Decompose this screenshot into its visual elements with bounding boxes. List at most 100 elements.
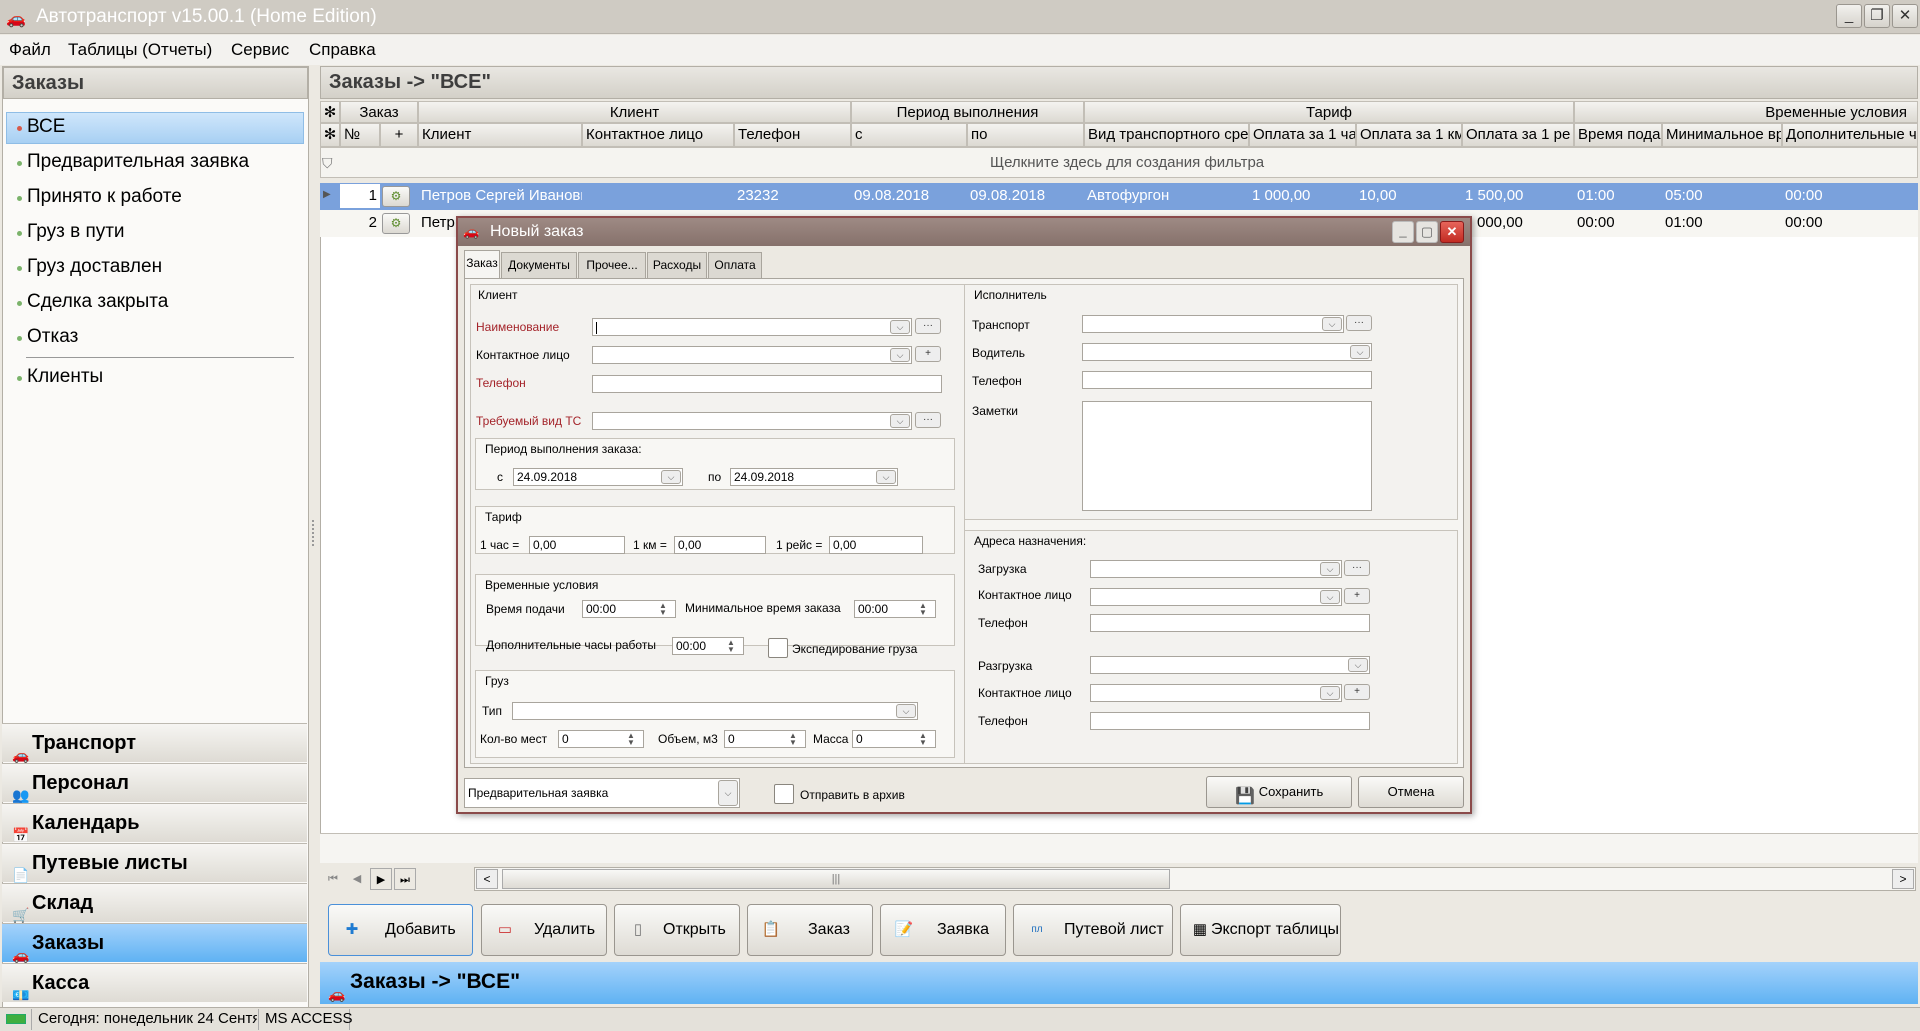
loading-phone-field[interactable]: [1090, 614, 1370, 632]
nav-item-in-transit[interactable]: Груз в пути: [17, 221, 125, 243]
cargo-type-dropdown-icon[interactable]: ⌵: [896, 704, 916, 718]
vehicle-type-dropdown-icon[interactable]: ⌵: [890, 414, 910, 428]
delivery-spin-icon[interactable]: ▲ ▼: [652, 602, 674, 617]
col-per-km[interactable]: Оплата за 1 км: [1356, 123, 1462, 147]
places-spin-icon[interactable]: ▲ ▼: [620, 732, 642, 747]
minimize-icon[interactable]: _: [1836, 4, 1862, 28]
unloading-contact-field[interactable]: ⌵: [1090, 684, 1342, 702]
km-rate-field[interactable]: 0,00: [674, 536, 766, 554]
nav-waybills[interactable]: 📄 Путевые листы: [2, 843, 307, 883]
close-icon[interactable]: ✕: [1892, 4, 1918, 28]
contact-field[interactable]: ⌵: [592, 346, 912, 364]
min-time-field[interactable]: 00:00 ▲ ▼: [854, 600, 936, 618]
col-per-trip[interactable]: Оплата за 1 ре: [1462, 123, 1574, 147]
mass-spin-icon[interactable]: ▲ ▼: [912, 732, 934, 747]
last-record-icon[interactable]: ⏭: [394, 868, 416, 890]
nav-personnel[interactable]: 👥 Персонал: [2, 763, 307, 803]
nav-item-refused[interactable]: Отказ: [16, 326, 78, 348]
trip-rate-field[interactable]: 0,00: [829, 536, 923, 554]
order-status-select[interactable]: Предварительная заявка ⌵: [464, 778, 740, 808]
next-record-icon[interactable]: ▶: [370, 868, 392, 890]
col-delivery-time[interactable]: Время подач: [1574, 123, 1662, 147]
transport-more-button[interactable]: ···: [1346, 315, 1372, 331]
tab-order[interactable]: Заказ: [464, 250, 500, 278]
nav-orders[interactable]: 🚗 Заказы: [2, 923, 307, 963]
dialog-maximize-icon[interactable]: ▢: [1416, 221, 1438, 243]
panel-splitter[interactable]: [312, 520, 316, 546]
col-contact[interactable]: Контактное лицо: [582, 123, 734, 147]
scroll-thumb[interactable]: |||: [502, 869, 1170, 889]
name-more-button[interactable]: ···: [915, 318, 941, 334]
mass-field[interactable]: 0 ▲ ▼: [852, 730, 936, 748]
loading-more-button[interactable]: ···: [1344, 560, 1370, 576]
extra-hours-spin-icon[interactable]: ▲ ▼: [720, 639, 742, 654]
name-field[interactable]: ⌵: [592, 318, 912, 336]
driver-field[interactable]: ⌵: [1082, 343, 1372, 361]
tab-payment[interactable]: Оплата: [708, 252, 762, 278]
nav-item-delivered[interactable]: Груз доставлен: [16, 256, 162, 278]
tab-documents[interactable]: Документы: [501, 252, 577, 278]
col-phone[interactable]: Телефон: [734, 123, 851, 147]
export-table-button[interactable]: ▦ Экспорт таблицы: [1180, 904, 1341, 956]
scroll-right-icon[interactable]: >: [1892, 869, 1914, 889]
contact-add-button[interactable]: +: [915, 346, 941, 362]
unloading-contact-add-button[interactable]: +: [1344, 684, 1370, 700]
request-button[interactable]: 📝 Заявка: [880, 904, 1006, 956]
col-num[interactable]: №: [340, 123, 380, 147]
delete-button[interactable]: ▭ Удалить: [481, 904, 607, 956]
unloading-phone-field[interactable]: [1090, 712, 1370, 730]
archive-checkbox[interactable]: [774, 784, 794, 804]
order-button[interactable]: 📋 Заказ: [747, 904, 873, 956]
dialog-close-icon[interactable]: ✕: [1440, 221, 1464, 243]
loading-contact-add-button[interactable]: +: [1344, 588, 1370, 604]
delivery-time-field[interactable]: 00:00 ▲ ▼: [582, 600, 676, 618]
nav-cash[interactable]: 💶 Касса: [2, 963, 307, 1003]
tab-other[interactable]: Прочее...: [578, 252, 646, 278]
menu-file[interactable]: Файл: [9, 40, 51, 60]
grid-settings-icon[interactable]: ✻: [320, 101, 340, 123]
order-status-dropdown-icon[interactable]: ⌵: [718, 780, 738, 806]
loading-contact-dropdown-icon[interactable]: ⌵: [1320, 590, 1340, 604]
column-chooser-icon[interactable]: ✻: [320, 123, 340, 147]
vehicle-type-more-button[interactable]: ···: [915, 412, 941, 428]
tab-expenses[interactable]: Расходы: [647, 252, 707, 278]
transport-field[interactable]: ⌵: [1082, 315, 1344, 333]
menu-tables[interactable]: Таблицы (Отчеты): [68, 40, 212, 60]
driver-dropdown-icon[interactable]: ⌵: [1350, 345, 1370, 359]
extra-hours-field[interactable]: 00:00 ▲ ▼: [672, 637, 744, 655]
row2-open-icon[interactable]: ⚙: [382, 213, 410, 234]
restore-icon[interactable]: ❐: [1864, 4, 1890, 28]
name-dropdown-icon[interactable]: ⌵: [890, 320, 910, 334]
nav-item-all[interactable]: ВСЕ: [16, 116, 65, 138]
contact-dropdown-icon[interactable]: ⌵: [890, 348, 910, 362]
loading-contact-field[interactable]: ⌵: [1090, 588, 1342, 606]
places-field[interactable]: 0 ▲ ▼: [558, 730, 644, 748]
cargo-type-field[interactable]: ⌵: [512, 702, 918, 720]
nav-item-preliminary[interactable]: Предварительная заявка: [16, 151, 249, 173]
nav-item-closed[interactable]: Сделка закрыта: [16, 291, 168, 313]
col-vehicle[interactable]: Вид транспортного сре: [1084, 123, 1249, 147]
cancel-button[interactable]: Отмена: [1358, 776, 1464, 808]
nav-transport[interactable]: 🚗 Транспорт: [2, 723, 307, 763]
scroll-left-icon[interactable]: <: [476, 869, 498, 889]
min-time-spin-icon[interactable]: ▲ ▼: [912, 602, 934, 617]
waybill-button[interactable]: пл Путевой лист: [1013, 904, 1173, 956]
unloading-contact-dropdown-icon[interactable]: ⌵: [1320, 686, 1340, 700]
unloading-dropdown-icon[interactable]: ⌵: [1348, 658, 1368, 672]
dialog-minimize-icon[interactable]: _: [1392, 221, 1414, 243]
menu-help[interactable]: Справка: [309, 40, 376, 60]
from-date-field[interactable]: 24.09.2018 ⌵: [513, 468, 683, 486]
col-min-time[interactable]: Минимальное вр: [1662, 123, 1782, 147]
forwarding-checkbox[interactable]: [768, 638, 788, 658]
filter-hint[interactable]: Щелкните здесь для создания фильтра: [990, 154, 1264, 171]
prev-record-icon[interactable]: ◀: [346, 868, 368, 890]
to-date-dropdown-icon[interactable]: ⌵: [876, 470, 896, 484]
volume-spin-icon[interactable]: ▲ ▼: [782, 732, 804, 747]
col-per-hour[interactable]: Оплата за 1 ча: [1249, 123, 1356, 147]
col-plus[interactable]: +: [380, 123, 418, 147]
first-record-icon[interactable]: ⏮: [322, 868, 344, 890]
add-button[interactable]: ✚ Добавить: [328, 904, 473, 956]
nav-item-accepted[interactable]: Принято к работе: [17, 186, 182, 208]
notes-field[interactable]: [1082, 401, 1372, 511]
unloading-field[interactable]: ⌵: [1090, 656, 1370, 674]
